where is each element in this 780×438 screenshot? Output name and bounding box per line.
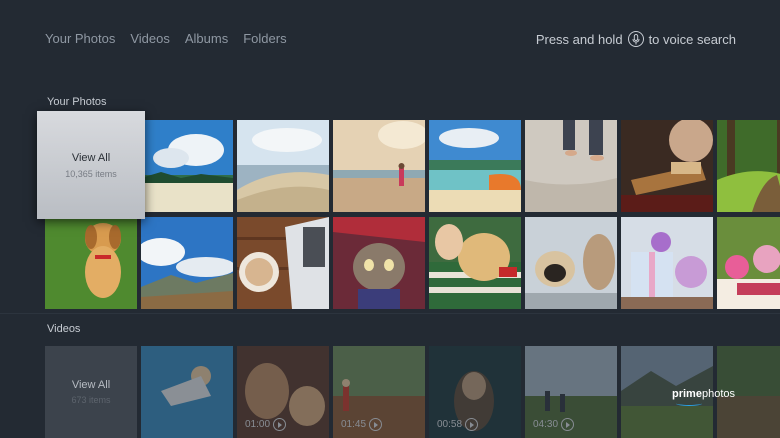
photo-tile[interactable]	[333, 217, 425, 309]
video-tile[interactable]: 01:45	[333, 346, 425, 438]
video-tile[interactable]	[141, 346, 233, 438]
tab-videos[interactable]: Videos	[130, 31, 170, 46]
photo-tile[interactable]	[429, 217, 521, 309]
photo-tile[interactable]	[429, 120, 521, 212]
video-duration: 01:45	[341, 418, 383, 431]
photo-tile[interactable]	[717, 120, 780, 212]
tab-albums[interactable]: Albums	[185, 31, 228, 46]
videos-item-count: 673 items	[71, 395, 111, 405]
video-tile[interactable]: 01:00	[237, 346, 329, 438]
photo-tile[interactable]	[141, 217, 233, 309]
section-divider	[0, 313, 780, 314]
photo-tile[interactable]	[141, 120, 233, 212]
video-duration: 04:30	[533, 418, 575, 431]
prime-photos-logo: primephotos	[672, 388, 735, 400]
photo-tile[interactable]	[237, 120, 329, 212]
video-tile[interactable]: 04:30	[525, 346, 617, 438]
view-all-label: View All	[71, 151, 111, 164]
prime-smile-icon	[676, 401, 702, 406]
photos-item-count: 10,365 items	[65, 168, 117, 179]
voice-search-hint: Press and hold to voice search	[536, 31, 736, 47]
videos-section-title: Videos	[47, 323, 81, 335]
tab-folders[interactable]: Folders	[243, 31, 286, 46]
video-tile[interactable]: 00:58	[429, 346, 521, 438]
play-icon	[369, 418, 383, 431]
photos-section-title: Your Photos	[47, 96, 107, 108]
microphone-icon	[627, 31, 644, 47]
play-icon	[273, 418, 287, 431]
video-duration: 00:58	[437, 418, 479, 431]
videos-row: View All 673 items 01:00 01:45 00:58 04:…	[45, 346, 780, 438]
play-icon	[465, 418, 479, 431]
photo-tile[interactable]	[45, 217, 137, 309]
top-nav: Your Photos Videos Albums Folders	[45, 31, 287, 46]
photo-tile[interactable]	[717, 217, 780, 309]
videos-view-all-button[interactable]: View All 673 items	[45, 346, 137, 438]
photo-tile[interactable]	[621, 120, 713, 212]
photo-tile[interactable]	[525, 120, 617, 212]
photos-view-all-button[interactable]: View All 10,365 items	[37, 111, 145, 219]
photo-tile[interactable]	[333, 120, 425, 212]
photo-tile[interactable]	[525, 217, 617, 309]
voice-hint-prefix: Press and hold	[535, 31, 623, 47]
photos-row-1	[141, 120, 780, 212]
tab-your-photos[interactable]: Your Photos	[45, 31, 115, 46]
video-duration: 01:00	[245, 418, 287, 431]
photo-tile[interactable]	[237, 217, 329, 309]
photos-row-2	[45, 217, 780, 309]
photo-tile[interactable]	[621, 217, 713, 309]
play-icon	[561, 418, 575, 431]
view-all-label: View All	[71, 379, 111, 391]
voice-hint-suffix: to voice search	[648, 31, 736, 47]
